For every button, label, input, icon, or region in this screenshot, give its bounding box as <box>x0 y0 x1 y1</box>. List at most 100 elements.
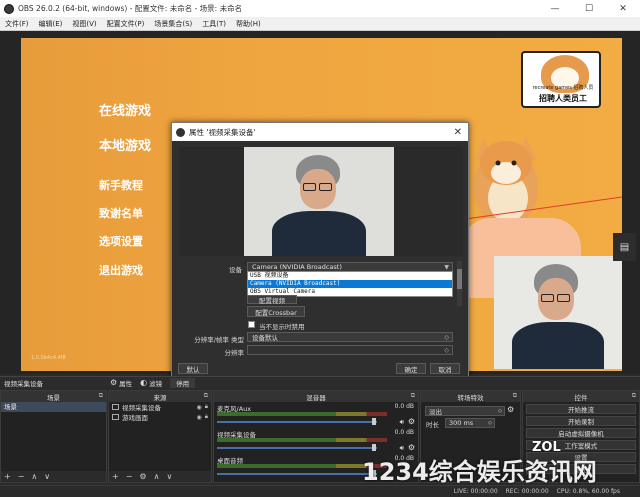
close-button[interactable]: ✕ <box>606 0 640 17</box>
dialog-close-button[interactable]: ✕ <box>454 127 462 138</box>
game-version-text: 1.0.0b4c4.4f8 <box>31 355 66 361</box>
volume-slider[interactable] <box>217 421 377 423</box>
start-virtual-camera-button[interactable]: 启动虚拟摄像机 <box>526 428 636 438</box>
source-settings-button[interactable]: ⚙ <box>139 472 146 481</box>
rec-status: REC: 00:00:00 <box>505 488 549 495</box>
mixer-channel: 视频采集设备 0.0 dB 🔊︎ ⚙ <box>214 428 418 454</box>
slider-handle[interactable] <box>372 444 376 451</box>
undock-icon[interactable]: ⧉ <box>513 392 517 400</box>
menu-help[interactable]: 帮助(H) <box>231 19 266 29</box>
dialog-title: 属性 '视频采集设备' <box>189 127 256 137</box>
channel-db: 0.0 dB <box>394 403 414 410</box>
defaults-button[interactable]: 默认 <box>178 363 208 374</box>
window-titlebar: OBS 26.0.2 (64-bit, windows) - 配置文件: 未命名… <box>0 0 640 17</box>
slider-handle[interactable] <box>372 418 376 425</box>
volume-meter <box>217 412 387 416</box>
move-up-button[interactable]: ∧ <box>31 472 37 481</box>
menu-view[interactable]: 视图(V) <box>67 19 101 29</box>
volume-meter <box>217 438 387 442</box>
move-up-button[interactable]: ∧ <box>154 472 160 481</box>
cancel-button[interactable]: 取消 <box>430 363 460 374</box>
obs-logo-icon <box>176 127 185 137</box>
menu-scene-collection[interactable]: 场景集合(S) <box>149 19 197 29</box>
gear-icon[interactable]: ⚙ <box>408 417 415 426</box>
sources-footer: + − ⚙ ∧ ∨ <box>109 471 211 482</box>
undock-icon[interactable]: ⧉ <box>411 392 415 400</box>
undock-icon[interactable]: ⧉ <box>632 392 636 400</box>
game-menu-exit: 退出游戏 <box>99 264 143 277</box>
menu-profile[interactable]: 配置文件(P) <box>102 19 150 29</box>
properties-button[interactable]: ⚙ 属性 <box>110 378 132 388</box>
live-status: LIVE: 00:00:00 <box>453 488 498 495</box>
remove-scene-button[interactable]: − <box>18 472 25 481</box>
badge-caption: 招聘人类员工 <box>539 94 587 103</box>
eye-icon[interactable]: ◉ <box>197 414 202 421</box>
device-option[interactable]: USB 视频设备 <box>248 272 452 280</box>
move-down-button[interactable]: ∨ <box>166 472 172 481</box>
window-title: OBS 26.0.2 (64-bit, windows) - 配置文件: 未命名… <box>18 4 243 13</box>
webcam-source[interactable] <box>494 256 622 369</box>
start-recording-button[interactable]: 开始录制 <box>526 416 636 426</box>
gear-icon[interactable]: ⚙ <box>507 405 514 414</box>
obs-logo-icon <box>4 3 14 14</box>
deactivate-label: 当不显示时禁用 <box>259 323 305 331</box>
badge-caption-small: recreate games 招聘人员 <box>532 85 594 91</box>
lock-icon[interactable]: 🔒︎ <box>205 413 208 421</box>
scene-item[interactable]: 场景 <box>1 402 106 412</box>
gear-icon[interactable]: ⚙ <box>408 443 415 452</box>
capture-source-icon <box>112 414 119 420</box>
configure-video-button[interactable]: 配置视频 <box>247 295 297 305</box>
move-down-button[interactable]: ∨ <box>44 472 50 481</box>
deactivate-button[interactable]: 停用 <box>170 377 196 388</box>
remove-source-button[interactable]: − <box>126 472 133 481</box>
speaker-icon[interactable]: 🔊︎ <box>400 418 404 427</box>
source-toolbar: 视频采集设备 ⚙ 属性 ◐ 滤镜 停用 <box>0 376 640 388</box>
menu-bar: 文件(F) 编辑(E) 视图(V) 配置文件(P) 场景集合(S) 工具(T) … <box>0 17 640 31</box>
add-scene-button[interactable]: + <box>4 472 11 481</box>
chevron-down-icon: ◇ <box>444 333 449 341</box>
device-option-selected[interactable]: Camera (NVIDIA Broadcast) <box>248 280 452 288</box>
game-menu-credits: 致谢名单 <box>99 207 143 220</box>
undock-icon[interactable]: ⧉ <box>204 392 208 400</box>
filters-button[interactable]: ◐ 滤镜 <box>140 378 162 388</box>
resolution-type-select[interactable]: 设备默认 ◇ <box>247 332 453 342</box>
menu-tools[interactable]: 工具(T) <box>197 19 231 29</box>
duration-input[interactable]: 300 ms ◇ <box>445 418 495 428</box>
game-menu-tutorial: 新手教程 <box>99 179 143 192</box>
dialog-scrollbar[interactable] <box>457 261 462 306</box>
minimize-button[interactable]: — <box>538 0 572 17</box>
source-item[interactable]: 视频采集设备 ◉ 🔒︎ <box>109 402 211 412</box>
game-menu-options: 选项设置 <box>99 235 143 248</box>
side-panel-toggle[interactable]: ▤ <box>613 233 636 261</box>
lock-icon[interactable]: 🔒︎ <box>205 403 208 411</box>
dialog-titlebar: 属性 '视频采集设备' ✕ <box>172 123 468 141</box>
scenes-footer: + − ∧ ∨ <box>1 471 106 482</box>
chevron-down-icon: ◇ <box>444 346 449 354</box>
sources-panel: 来源 ⧉ 视频采集设备 ◉ 🔒︎ 游戏画面 ◉ 🔒︎ + − ⚙ ∧ ∨ <box>108 390 212 483</box>
ok-button[interactable]: 确定 <box>396 363 426 374</box>
undock-icon[interactable]: ⧉ <box>99 392 103 400</box>
device-dropdown-list[interactable]: USB 视频设备 Camera (NVIDIA Broadcast) OBS V… <box>247 271 453 297</box>
deactivate-checkbox[interactable] <box>248 321 255 328</box>
add-source-button[interactable]: + <box>112 472 119 481</box>
device-label: 设备 <box>229 266 242 274</box>
controls-header: 控件 ⧉ <box>523 391 639 402</box>
duration-label: 时长 <box>426 421 439 429</box>
game-menu-local: 本地游戏 <box>99 139 152 154</box>
menu-edit[interactable]: 编辑(E) <box>34 19 68 29</box>
resolution-select[interactable]: ◇ <box>247 345 453 355</box>
eye-icon[interactable]: ◉ <box>197 404 202 411</box>
channel-db: 0.0 dB <box>394 429 414 436</box>
site-watermark: 1234综合娱乐资讯网 <box>362 458 597 486</box>
start-streaming-button[interactable]: 开始推流 <box>526 404 636 414</box>
source-item[interactable]: 游戏画面 ◉ 🔒︎ <box>109 412 211 422</box>
volume-slider[interactable] <box>217 447 377 449</box>
transition-select[interactable]: 淡出 ◇ <box>425 406 505 416</box>
scenes-panel: 场景 ⧉ 场景 + − ∧ ∨ <box>0 390 107 483</box>
maximize-button[interactable]: ☐ <box>572 0 606 17</box>
volume-slider[interactable] <box>217 473 377 475</box>
mixer-header: 混音器 ⧉ <box>214 391 418 402</box>
scenes-header: 场景 ⧉ <box>1 391 106 402</box>
configure-crossbar-button[interactable]: 配置Crossbar <box>247 306 305 317</box>
menu-file[interactable]: 文件(F) <box>0 19 34 29</box>
